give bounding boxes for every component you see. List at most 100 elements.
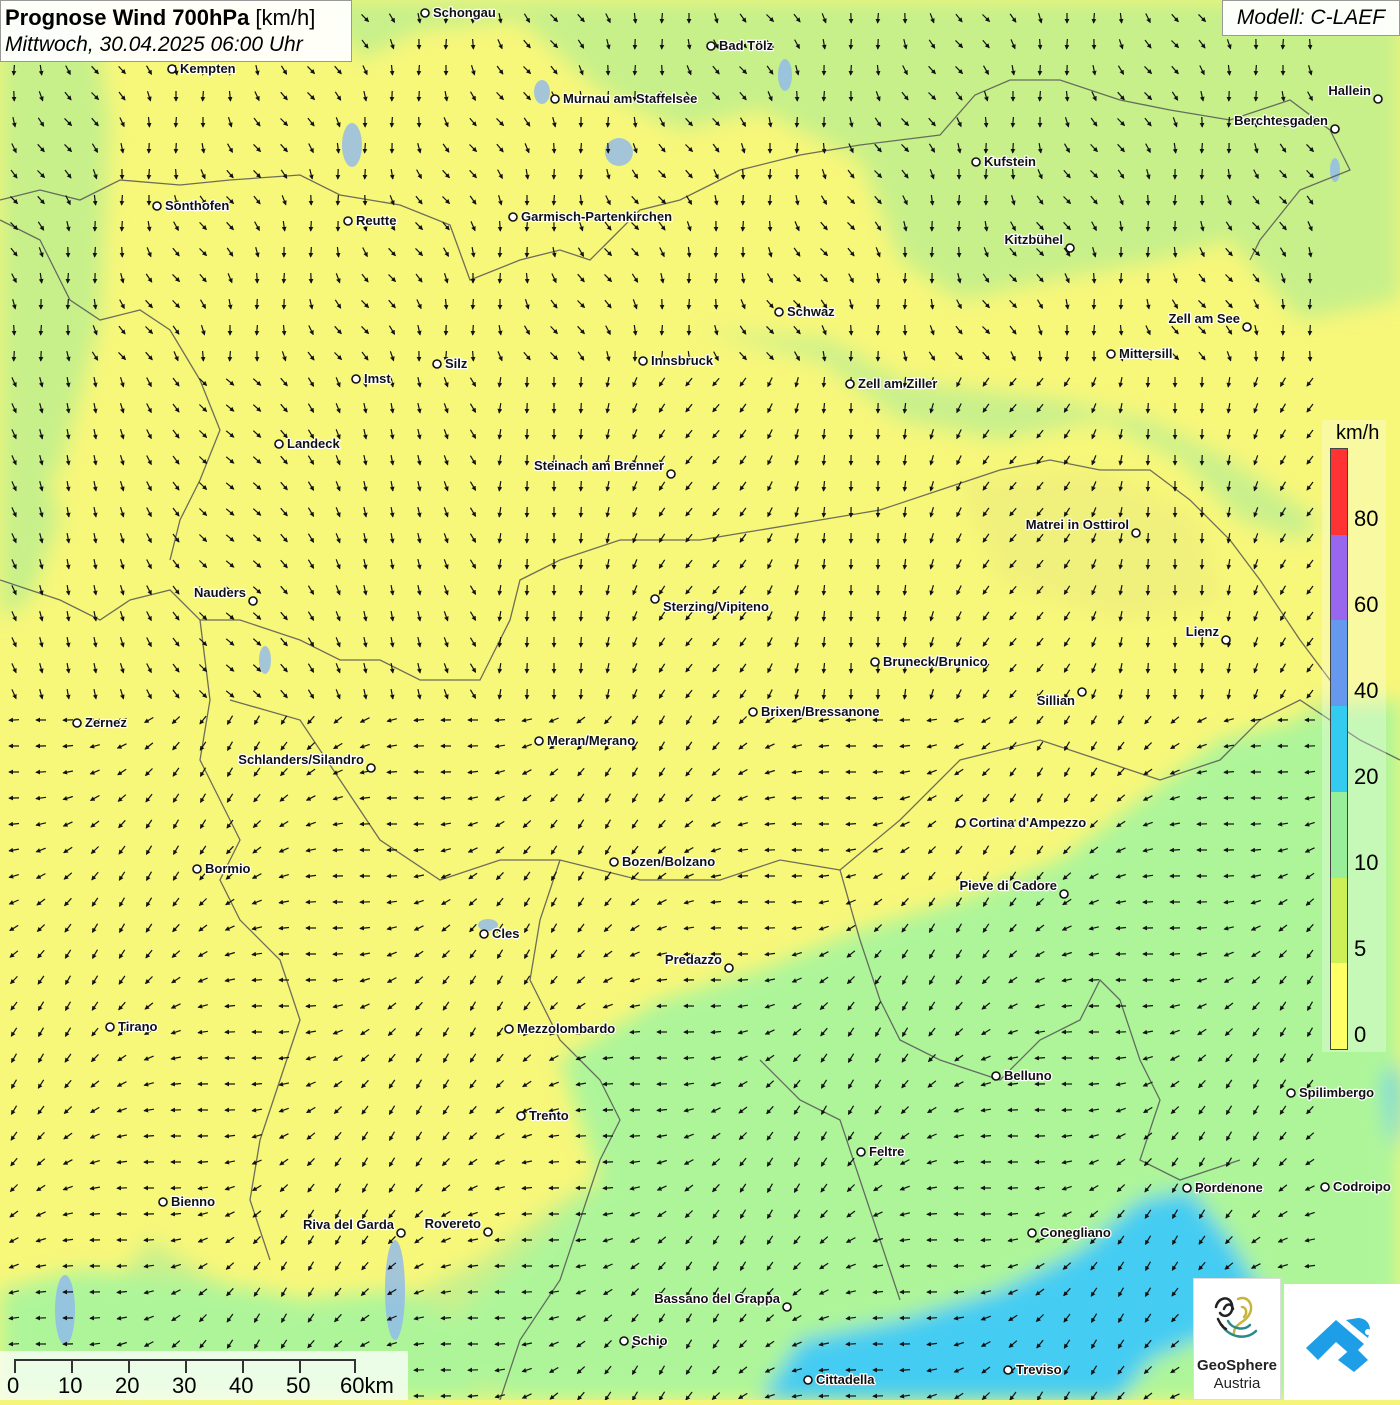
city-label: Garmisch-Partenkirchen bbox=[521, 209, 672, 224]
legend-tick-0: 0 bbox=[1354, 1022, 1366, 1048]
wind-arrow bbox=[306, 1006, 316, 1007]
city-marker: Zell am Ziller bbox=[846, 376, 937, 391]
wind-arrow bbox=[1040, 91, 1041, 101]
city-dot bbox=[73, 719, 81, 727]
wind-arrow bbox=[846, 1344, 856, 1345]
wind-arrow bbox=[333, 850, 343, 851]
wind-arrow bbox=[743, 195, 744, 205]
wind-arrow bbox=[1224, 876, 1234, 877]
city-label: Kitzbühel bbox=[1005, 232, 1064, 247]
city-marker: Conegliano bbox=[1028, 1225, 1111, 1240]
city-marker: Innsbruck bbox=[639, 353, 714, 368]
city-dot bbox=[367, 764, 375, 772]
wind-arrow bbox=[1013, 169, 1014, 179]
wind-arrow bbox=[581, 403, 582, 413]
city-label: Brixen/Bressanone bbox=[761, 704, 880, 719]
geosphere-logo-text2: Austria bbox=[1194, 1375, 1280, 1392]
wind-arrow bbox=[176, 117, 177, 127]
city-dot bbox=[1321, 1183, 1329, 1191]
city-label: Zell am Ziller bbox=[858, 376, 937, 391]
wind-arrow bbox=[473, 351, 474, 361]
wind-arrow bbox=[770, 169, 771, 179]
city-label: Silz bbox=[445, 356, 468, 371]
wind-arrow bbox=[1121, 273, 1122, 283]
city-label: Rovereto bbox=[425, 1216, 481, 1231]
wind-arrow bbox=[959, 247, 960, 257]
geosphere-logo[interactable]: GeoSphere Austria bbox=[1193, 1278, 1281, 1400]
wind-arrow bbox=[851, 65, 852, 75]
city-label: Schwaz bbox=[787, 304, 835, 319]
wind-arrow bbox=[122, 195, 123, 205]
model-label: Modell: C-LAEF bbox=[1222, 0, 1400, 36]
city-dot bbox=[783, 1303, 791, 1311]
wind-arrow bbox=[603, 1084, 613, 1085]
wind-arrow bbox=[635, 65, 636, 75]
wind-arrow bbox=[554, 195, 555, 205]
wind-arrow bbox=[743, 221, 744, 231]
title-unit: [km/h] bbox=[249, 5, 315, 30]
wind-arrow bbox=[500, 273, 501, 283]
wind-arrow bbox=[1310, 325, 1311, 335]
city-label: Mittersill bbox=[1119, 346, 1172, 361]
city-label: Bad Tölz bbox=[719, 38, 774, 53]
city-dot bbox=[535, 737, 543, 745]
city-dot bbox=[992, 1072, 1000, 1080]
wind-arrow bbox=[1148, 247, 1149, 257]
wind-arrow bbox=[230, 351, 231, 361]
warning-app-icon bbox=[1284, 1284, 1400, 1400]
wind-arrow bbox=[14, 325, 15, 335]
title-line: Prognose Wind 700hPa [km/h] bbox=[5, 4, 347, 32]
wind-arrow bbox=[1278, 798, 1288, 799]
wind-arrow bbox=[770, 221, 771, 231]
wind-arrow bbox=[441, 1318, 451, 1319]
city-dot bbox=[1066, 244, 1074, 252]
wind-arrow bbox=[279, 1032, 289, 1033]
city-label: Nauders bbox=[194, 585, 246, 600]
wind-arrow bbox=[873, 772, 883, 773]
wind-arrow bbox=[252, 980, 262, 981]
wind-arrow bbox=[846, 720, 856, 721]
geosphere-logo-text1: GeoSphere bbox=[1194, 1357, 1280, 1374]
wind-arrow bbox=[9, 1344, 19, 1345]
wind-arrow bbox=[662, 65, 663, 75]
wind-arrow bbox=[905, 299, 906, 309]
wind-arrow bbox=[981, 1240, 991, 1241]
wind-arrow bbox=[1089, 980, 1099, 981]
legend-unit: km/h bbox=[1336, 422, 1379, 445]
city-label: Spilimbergo bbox=[1299, 1085, 1374, 1100]
legend-tick-40: 40 bbox=[1354, 678, 1378, 704]
city-label: Innsbruck bbox=[651, 353, 714, 368]
city-label: Sillian bbox=[1037, 693, 1075, 708]
wind-arrow bbox=[581, 689, 582, 699]
wind-arrow bbox=[68, 273, 69, 283]
wind-arrow bbox=[90, 1214, 100, 1215]
warning-app-logo[interactable] bbox=[1284, 1284, 1400, 1400]
wind-arrow bbox=[1148, 429, 1149, 439]
city-dot bbox=[433, 360, 441, 368]
scale-label-40: 40 bbox=[229, 1373, 253, 1399]
wind-arrow bbox=[1143, 1006, 1153, 1007]
city-label: Mezzolombardo bbox=[517, 1021, 615, 1036]
wind-arrow bbox=[581, 559, 582, 569]
wind-arrow bbox=[581, 429, 582, 439]
city-label: Schio bbox=[632, 1333, 667, 1348]
city-dot bbox=[957, 819, 965, 827]
wind-arrow bbox=[738, 980, 748, 981]
wind-arrow bbox=[311, 221, 312, 231]
scale-tick bbox=[71, 1359, 73, 1373]
wind-arrow bbox=[549, 1162, 559, 1163]
wind-arrow bbox=[387, 876, 397, 877]
legend-segment bbox=[1331, 878, 1347, 964]
city-dot bbox=[620, 1337, 628, 1345]
wind-arrow bbox=[797, 91, 798, 101]
wind-arrow bbox=[1310, 299, 1311, 309]
city-dot bbox=[972, 158, 980, 166]
city-label: Hallein bbox=[1328, 83, 1371, 98]
city-dot bbox=[352, 375, 360, 383]
city-marker: Sonthofen bbox=[153, 198, 229, 213]
wind-arrow bbox=[792, 798, 802, 799]
legend-segment bbox=[1331, 792, 1347, 878]
wind-arrow bbox=[959, 221, 960, 231]
wind-arrow bbox=[662, 325, 663, 335]
wind-arrow bbox=[1094, 13, 1095, 23]
